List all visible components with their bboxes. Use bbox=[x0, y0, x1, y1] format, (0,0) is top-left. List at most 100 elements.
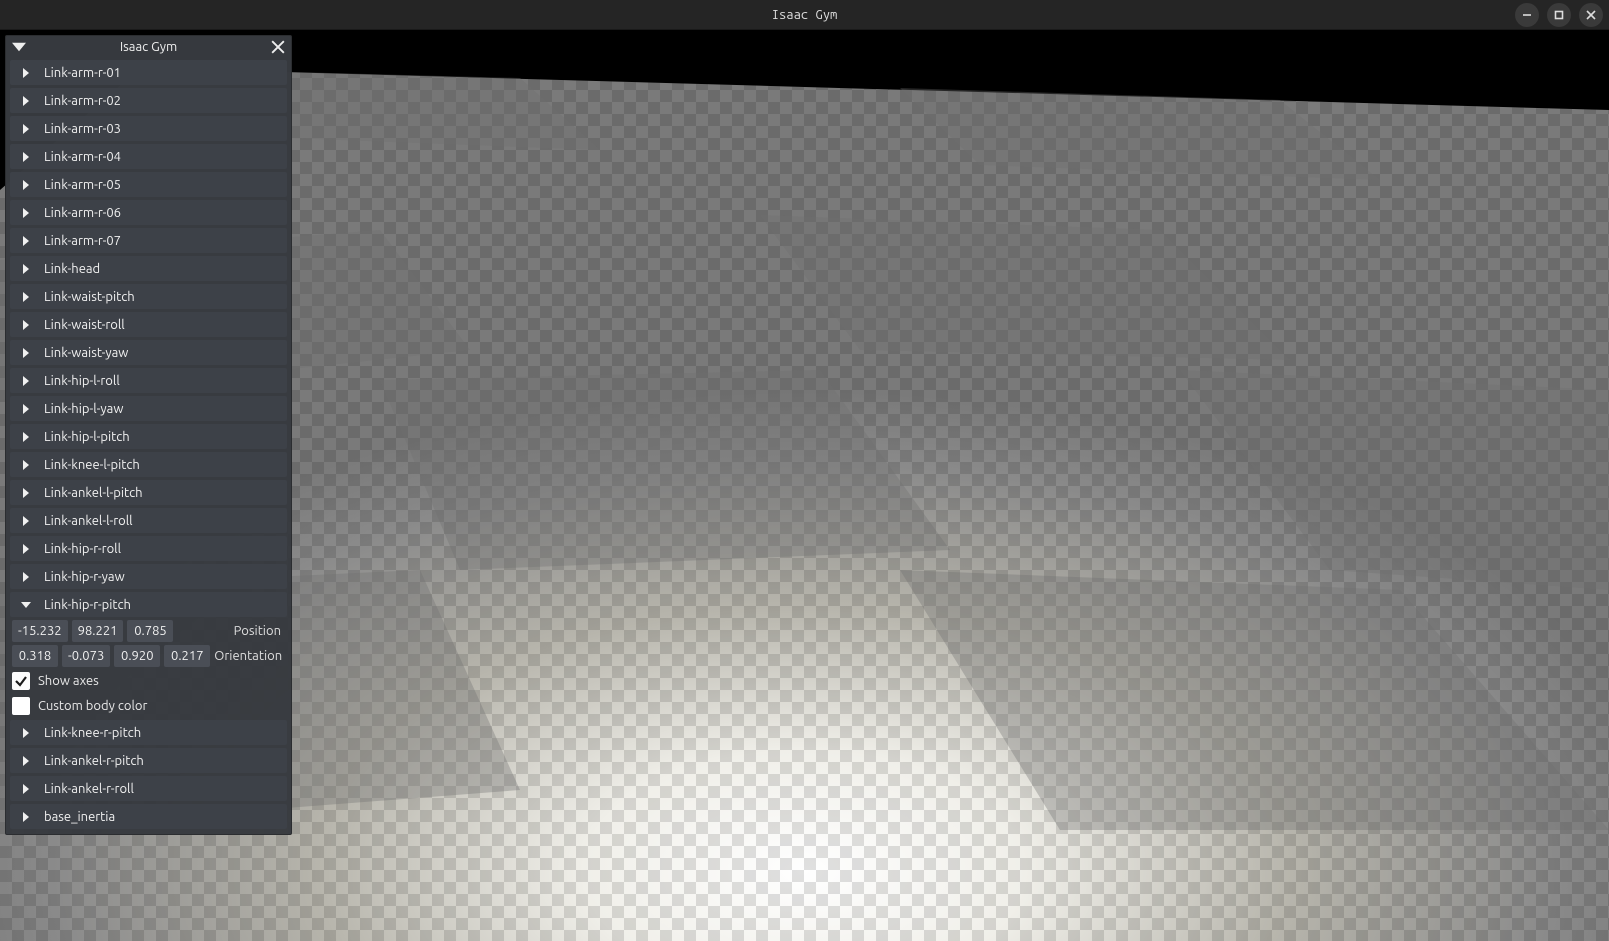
tree-item[interactable]: Link-hip-r-yaw bbox=[10, 564, 287, 589]
tree-item[interactable]: Link-hip-l-yaw bbox=[10, 396, 287, 421]
show-axes-checkbox[interactable] bbox=[12, 672, 30, 690]
expand-toggle[interactable] bbox=[18, 812, 34, 822]
expand-toggle[interactable] bbox=[18, 488, 34, 498]
close-icon bbox=[1585, 9, 1597, 21]
orientation-value[interactable]: -0.073 bbox=[62, 645, 110, 667]
tree-item[interactable]: Link-head bbox=[10, 256, 287, 281]
isaac-gym-window: Isaac Gym bbox=[0, 0, 1609, 941]
tree-item[interactable]: Link-hip-r-pitch bbox=[10, 592, 287, 617]
expand-toggle[interactable] bbox=[18, 348, 34, 358]
panel-title: Isaac Gym bbox=[26, 40, 271, 54]
expand-toggle[interactable] bbox=[18, 264, 34, 274]
tree-item-label: Link-waist-pitch bbox=[44, 290, 135, 304]
panel-close-button[interactable] bbox=[271, 40, 285, 54]
position-value[interactable]: 0.785 bbox=[127, 620, 173, 642]
expand-toggle[interactable] bbox=[18, 320, 34, 330]
tree-item[interactable]: Link-waist-yaw bbox=[10, 340, 287, 365]
expand-toggle[interactable] bbox=[18, 68, 34, 78]
chevron-right-icon bbox=[21, 264, 31, 274]
tree-item[interactable]: base_inertia bbox=[10, 804, 287, 829]
chevron-right-icon bbox=[21, 292, 31, 302]
inspector-panel: Isaac Gym Link-arm-r-01Link-arm-r-02Link… bbox=[5, 35, 292, 835]
expand-toggle[interactable] bbox=[18, 180, 34, 190]
tree-item-label: Link-arm-r-02 bbox=[44, 94, 121, 108]
minimize-button[interactable] bbox=[1515, 3, 1539, 27]
expand-toggle[interactable] bbox=[18, 600, 34, 610]
chevron-right-icon bbox=[21, 152, 31, 162]
chevron-right-icon bbox=[21, 96, 31, 106]
expand-toggle[interactable] bbox=[18, 376, 34, 386]
custom-body-color-row: Custom body color bbox=[10, 695, 287, 717]
expand-toggle[interactable] bbox=[18, 784, 34, 794]
tree-item[interactable]: Link-arm-r-07 bbox=[10, 228, 287, 253]
tree-item[interactable]: Link-arm-r-05 bbox=[10, 172, 287, 197]
custom-body-color-label: Custom body color bbox=[38, 699, 147, 713]
tree-item[interactable]: Link-hip-l-pitch bbox=[10, 424, 287, 449]
maximize-button[interactable] bbox=[1547, 3, 1571, 27]
tree-item[interactable]: Link-hip-r-roll bbox=[10, 536, 287, 561]
expand-toggle[interactable] bbox=[18, 544, 34, 554]
tree-item-label: Link-knee-l-pitch bbox=[44, 458, 140, 472]
tree-item-label: Link-hip-l-yaw bbox=[44, 402, 123, 416]
panel-body[interactable]: Link-arm-r-01 Link-arm-r-02 Link-arm-r-03 L… bbox=[6, 58, 291, 834]
window-controls bbox=[1515, 3, 1603, 27]
orientation-value[interactable]: 0.217 bbox=[164, 645, 210, 667]
expand-toggle[interactable] bbox=[18, 404, 34, 414]
tree-item-label: base_inertia bbox=[44, 810, 115, 824]
tree-item[interactable]: Link-ankel-l-pitch bbox=[10, 480, 287, 505]
maximize-icon bbox=[1553, 9, 1565, 21]
chevron-right-icon bbox=[21, 124, 31, 134]
tree-item[interactable]: Link-knee-r-pitch bbox=[10, 720, 287, 745]
chevron-right-icon bbox=[21, 516, 31, 526]
expand-toggle[interactable] bbox=[18, 152, 34, 162]
content-area: Isaac Gym Link-arm-r-01Link-arm-r-02Link… bbox=[0, 30, 1609, 941]
custom-body-color-swatch[interactable] bbox=[12, 697, 30, 715]
tree-item[interactable]: Link-arm-r-01 bbox=[10, 60, 287, 85]
close-icon bbox=[271, 40, 285, 54]
position-value[interactable]: 98.221 bbox=[72, 620, 124, 642]
close-window-button[interactable] bbox=[1579, 3, 1603, 27]
tree-item-label: Link-hip-r-yaw bbox=[44, 570, 125, 584]
tree-item-label: Link-arm-r-03 bbox=[44, 122, 121, 136]
expand-toggle[interactable] bbox=[18, 432, 34, 442]
tree-item[interactable]: Link-ankel-r-roll bbox=[10, 776, 287, 801]
expand-toggle[interactable] bbox=[18, 208, 34, 218]
expand-toggle[interactable] bbox=[18, 236, 34, 246]
tree-item-label: Link-hip-r-pitch bbox=[44, 598, 131, 612]
expand-toggle[interactable] bbox=[18, 96, 34, 106]
tree-item[interactable]: Link-arm-r-02 bbox=[10, 88, 287, 113]
tree-item-label: Link-arm-r-06 bbox=[44, 206, 121, 220]
position-value[interactable]: -15.232 bbox=[12, 620, 68, 642]
expand-toggle[interactable] bbox=[18, 516, 34, 526]
tree-item[interactable]: Link-ankel-l-roll bbox=[10, 508, 287, 533]
tree-item-label: Link-waist-roll bbox=[44, 318, 125, 332]
expand-toggle[interactable] bbox=[18, 756, 34, 766]
panel-collapse-toggle[interactable] bbox=[12, 40, 26, 54]
minimize-icon bbox=[1521, 9, 1533, 21]
tree-item[interactable]: Link-arm-r-04 bbox=[10, 144, 287, 169]
expand-toggle[interactable] bbox=[18, 572, 34, 582]
expand-toggle[interactable] bbox=[18, 292, 34, 302]
expand-toggle[interactable] bbox=[18, 460, 34, 470]
tree-item[interactable]: Link-ankel-r-pitch bbox=[10, 748, 287, 773]
tree-item[interactable]: Link-waist-roll bbox=[10, 312, 287, 337]
orientation-value[interactable]: 0.318 bbox=[12, 645, 58, 667]
orientation-value[interactable]: 0.920 bbox=[114, 645, 160, 667]
chevron-right-icon bbox=[21, 320, 31, 330]
show-axes-row: Show axes bbox=[10, 670, 287, 692]
expand-toggle[interactable] bbox=[18, 728, 34, 738]
tree-item[interactable]: Link-waist-pitch bbox=[10, 284, 287, 309]
expand-toggle[interactable] bbox=[18, 124, 34, 134]
tree-item[interactable]: Link-hip-l-roll bbox=[10, 368, 287, 393]
chevron-right-icon bbox=[21, 68, 31, 78]
tree-item-label: Link-arm-r-04 bbox=[44, 150, 121, 164]
tree-item-label: Link-hip-l-pitch bbox=[44, 430, 130, 444]
orientation-label: Orientation bbox=[214, 649, 282, 663]
tree-item[interactable]: Link-arm-r-03 bbox=[10, 116, 287, 141]
tree-item[interactable]: Link-knee-l-pitch bbox=[10, 452, 287, 477]
chevron-right-icon bbox=[21, 460, 31, 470]
tree-item[interactable]: Link-arm-r-06 bbox=[10, 200, 287, 225]
chevron-right-icon bbox=[21, 784, 31, 794]
position-row: -15.23298.2210.785Position bbox=[10, 620, 287, 642]
window-title: Isaac Gym bbox=[772, 8, 838, 22]
